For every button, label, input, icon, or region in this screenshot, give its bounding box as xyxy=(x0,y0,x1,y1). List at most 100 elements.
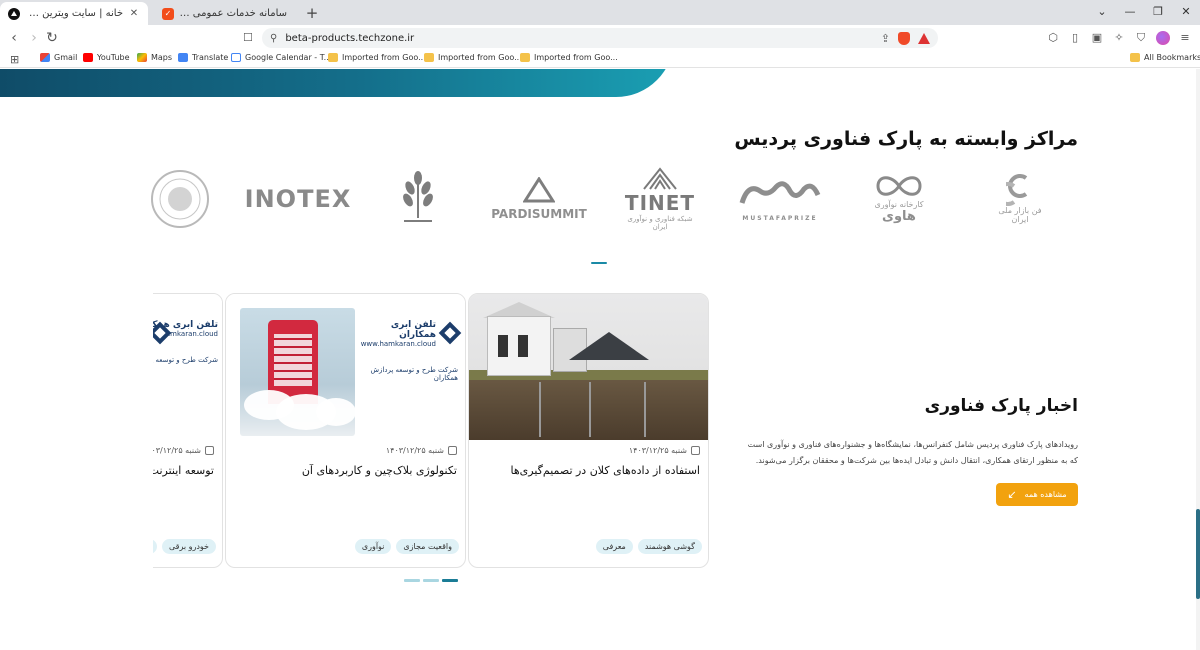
havi-logo[interactable]: کارخانه نوآوری هاوی xyxy=(862,164,936,234)
bookmark-translate[interactable]: Translate xyxy=(178,53,228,62)
tag[interactable]: معرفی xyxy=(595,539,633,554)
extensions-icon[interactable]: ⬡ xyxy=(1046,31,1060,45)
news-carousel-pager xyxy=(404,579,458,582)
tab-home[interactable]: خانه | سایت ویترین محصولات ✕ xyxy=(0,2,148,25)
bookmark-maps[interactable]: Maps xyxy=(137,53,172,62)
fanbazar-logo-icon xyxy=(1006,174,1028,206)
tinet-logo-icon xyxy=(643,167,677,190)
bookmark-calendar[interactable]: Google Calendar - T... xyxy=(231,53,331,62)
logos-carousel-indicator[interactable] xyxy=(591,262,607,264)
tinet-logo[interactable]: TINET شبکه فناوری و نوآوری ایران xyxy=(622,164,698,234)
brave-rewards-icon[interactable] xyxy=(918,32,930,44)
all-bookmarks[interactable]: All Bookmarks xyxy=(1130,53,1200,62)
calendar-icon xyxy=(448,446,457,455)
bookmarks-bar: ⊞ Gmail YouTube Maps Translate Google Ca… xyxy=(0,51,1200,68)
folder-icon xyxy=(328,53,338,62)
chevron-down-icon[interactable]: ⌄ xyxy=(1088,0,1116,25)
gmail-icon xyxy=(40,53,50,62)
sidebar-icon[interactable]: ▯ xyxy=(1068,31,1082,45)
wheat-logo[interactable] xyxy=(390,164,446,234)
folder-icon xyxy=(424,53,434,62)
news-card[interactable]: تلفن ابری همکاران www.hamkaran.cloud شرک… xyxy=(153,293,223,568)
seal-logo[interactable] xyxy=(145,164,215,234)
pardis-summit-logo[interactable]: PARDISUMMIT xyxy=(491,164,587,234)
minimize-icon[interactable]: — xyxy=(1116,0,1144,25)
news-card-title[interactable]: تکنولوژی بلاک‌چین و کاربردهای آن xyxy=(232,464,457,477)
extensions-area: ⬡ ▯ ▣ ✧ ⛉ ≡ xyxy=(1046,31,1192,45)
news-card-title[interactable]: توسعه اینترنت xyxy=(153,464,214,477)
scrollbar-thumb[interactable] xyxy=(1196,509,1200,599)
news-carousel: شنبه ۱۴۰۳/۱۲/۲۵ استفاده از داده‌های کلان… xyxy=(153,293,709,570)
site-favicon-icon xyxy=(8,7,20,20)
centers-section-title: مراکز وابسته به پارک فناوری پردیس xyxy=(734,128,1078,150)
hero-banner-bottom xyxy=(0,69,674,97)
site-settings-icon[interactable]: ⚲ xyxy=(270,33,277,44)
close-window-icon[interactable]: ✕ xyxy=(1172,0,1200,25)
bookmark-folder-2[interactable]: Imported from Goo... xyxy=(424,53,522,62)
apps-grid-icon[interactable]: ⊞ xyxy=(10,53,19,66)
news-card-tags: واقعیت مجازی نوآوری xyxy=(354,539,459,554)
calendar-icon xyxy=(205,446,214,455)
menu-icon[interactable]: ≡ xyxy=(1178,31,1192,45)
brand-block: تلفن ابری همکاران www.hamkaran.cloud شرک… xyxy=(358,320,462,400)
profile-avatar-icon[interactable] xyxy=(1156,31,1170,45)
vpn-icon[interactable]: ⛉ xyxy=(1134,31,1148,45)
page-content: مراکز وابسته به پارک فناوری پردیس INOTEX xyxy=(0,69,1200,650)
window-controls: ⌄ — ❐ ✕ xyxy=(1088,0,1200,25)
news-card-date: شنبه ۱۴۰۳/۱۲/۲۵ xyxy=(629,446,700,455)
news-card-image: تلفن ابری همکاران www.hamkaran.cloud شرک… xyxy=(153,294,222,440)
news-description: رویدادهای پارک فناوری پردیس شامل کنفرانس… xyxy=(747,440,1078,465)
tab-title: خانه | سایت ویترین محصولات xyxy=(25,8,123,19)
pager-dot[interactable] xyxy=(423,579,439,582)
wallet-icon[interactable]: ▣ xyxy=(1090,31,1104,45)
close-icon[interactable]: ✕ xyxy=(128,8,140,19)
address-bar[interactable]: ⚲ beta-products.techzone.ir ⇪ xyxy=(262,28,938,48)
bookmark-youtube[interactable]: YouTube xyxy=(83,53,130,62)
news-card[interactable]: شنبه ۱۴۰۳/۱۲/۲۵ استفاده از داده‌های کلان… xyxy=(468,293,709,568)
youtube-icon xyxy=(83,53,93,62)
news-card-image: تلفن ابری همکاران www.hamkaran.cloud شرک… xyxy=(226,294,465,440)
back-icon[interactable]: ‹ xyxy=(6,29,22,47)
tab-strip: خانه | سایت ویترین محصولات ✕ ✓ سامانه خد… xyxy=(0,0,1200,25)
news-section-title: اخبار پارک فناوری xyxy=(924,396,1078,416)
mustafa-prize-logo-icon xyxy=(739,180,821,204)
tab-services[interactable]: ✓ سامانه خدمات عمومی پارک فناوری پر... xyxy=(154,2,300,25)
folder-icon xyxy=(1130,53,1140,62)
inotex-logo[interactable]: INOTEX xyxy=(244,164,352,234)
seal-logo-icon xyxy=(151,170,209,228)
translate-icon xyxy=(178,53,188,62)
news-card-date: شنبه ۱۴۰۳/۱۲/۲۵ xyxy=(386,446,457,455)
tag[interactable]: گوشی هوشمند xyxy=(637,539,702,554)
bookmark-icon[interactable]: ☐ xyxy=(243,31,253,44)
site-favicon-icon: ✓ xyxy=(162,7,174,20)
share-icon[interactable]: ⇪ xyxy=(881,32,890,45)
news-card-title[interactable]: استفاده از داده‌های کلان در تصمیم‌گیری‌ه… xyxy=(475,464,700,477)
inotex-logo-icon: INOTEX xyxy=(244,185,352,213)
folder-icon xyxy=(520,53,530,62)
pardis-summit-logo-icon xyxy=(523,177,555,203)
tag[interactable]: ه xyxy=(153,539,157,554)
view-all-button[interactable]: مشاهده همه ↙ xyxy=(996,483,1078,506)
fanbazar-logo[interactable]: فن بازار ملی ایران xyxy=(985,164,1055,234)
tag[interactable]: واقعیت مجازی xyxy=(396,539,459,554)
forward-icon[interactable]: › xyxy=(26,29,42,47)
new-tab-button[interactable]: + xyxy=(304,4,320,22)
news-card[interactable]: تلفن ابری همکاران www.hamkaran.cloud شرک… xyxy=(225,293,466,568)
bookmark-folder-1[interactable]: Imported from Goo... xyxy=(328,53,426,62)
bookmark-folder-3[interactable]: Imported from Goo... xyxy=(520,53,618,62)
brave-shields-icon[interactable] xyxy=(898,31,910,45)
calendar-icon xyxy=(691,446,700,455)
leo-ai-icon[interactable]: ✧ xyxy=(1112,31,1126,45)
bookmark-gmail[interactable]: Gmail xyxy=(40,53,77,62)
news-card-date: شنبه ۱۴۰۳/۱۲/۲۵ xyxy=(153,446,214,455)
tag[interactable]: خودرو برقی xyxy=(161,539,216,554)
tag[interactable]: نوآوری xyxy=(354,539,392,554)
mustafa-prize-logo[interactable]: MUSTAFAPRIZE xyxy=(734,164,826,234)
reload-icon[interactable]: ↻ xyxy=(44,29,60,47)
maps-icon xyxy=(137,53,147,62)
tab-title: سامانه خدمات عمومی پارک فناوری پر... xyxy=(179,8,287,19)
news-card-tags: گوشی هوشمند معرفی xyxy=(595,539,702,554)
pager-dot-active[interactable] xyxy=(442,579,458,582)
maximize-icon[interactable]: ❐ xyxy=(1144,0,1172,25)
pager-dot[interactable] xyxy=(404,579,420,582)
